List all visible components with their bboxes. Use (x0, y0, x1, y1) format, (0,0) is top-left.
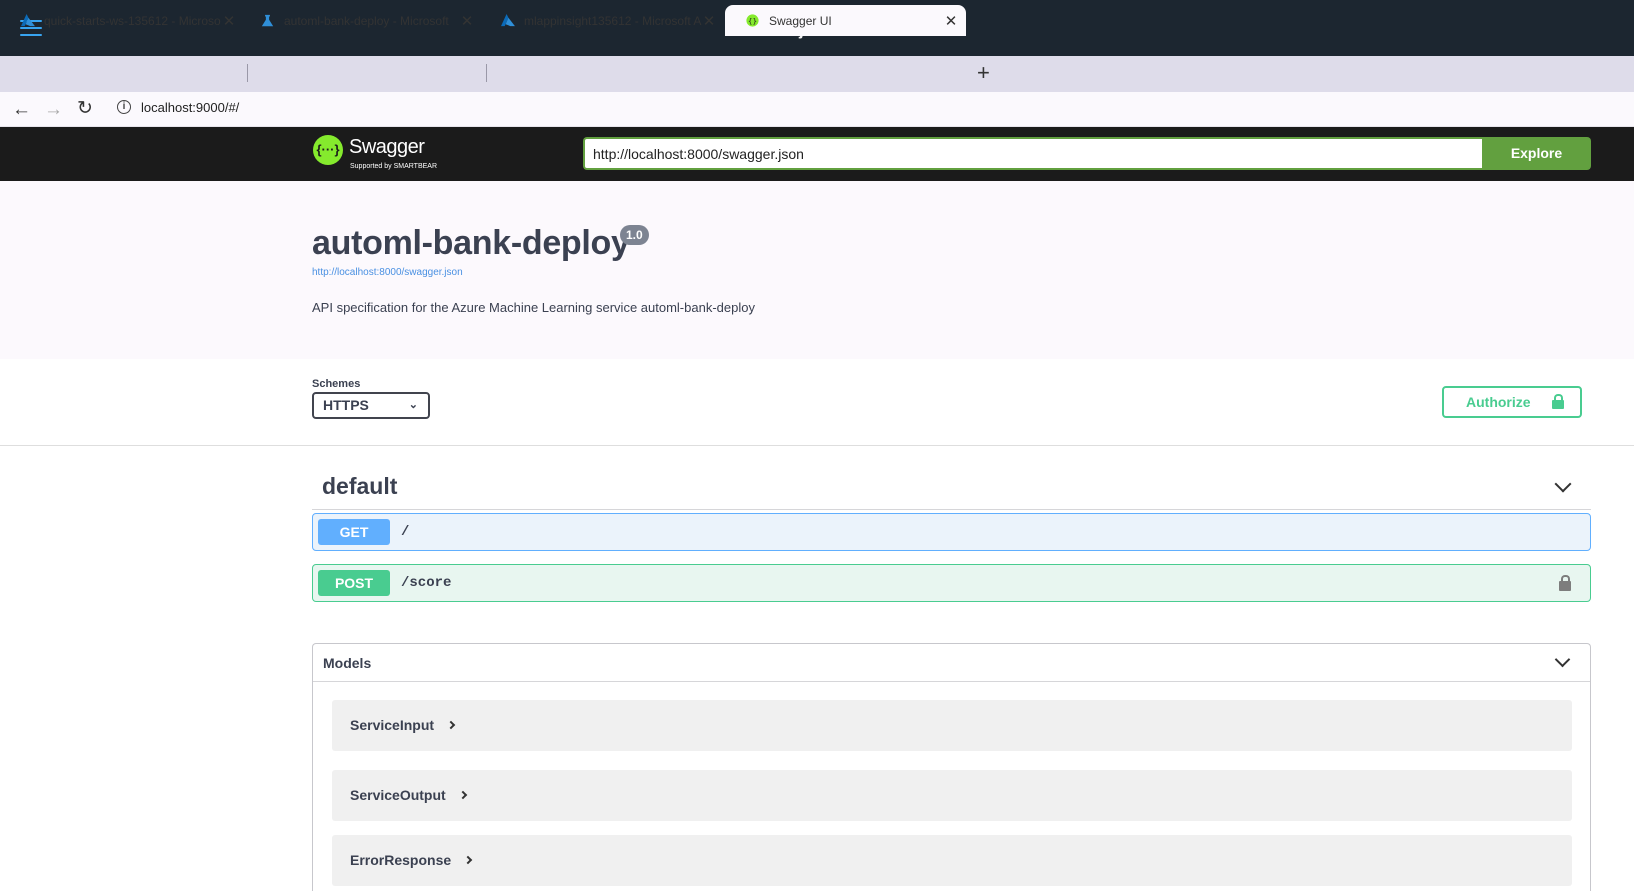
models-title: Models (323, 655, 372, 671)
azure-icon (21, 14, 35, 27)
tab-quick-starts[interactable]: quick-starts-ws-135612 - Microso ✕ (0, 5, 244, 36)
azure-icon (501, 14, 515, 27)
chevron-down-icon (1554, 475, 1572, 493)
models-section: Models ServiceInput ServiceOutput ErrorR… (312, 643, 1591, 891)
close-icon[interactable]: ✕ (944, 12, 958, 30)
spec-url-input[interactable] (583, 137, 1483, 170)
site-info-icon[interactable]: i (117, 100, 131, 114)
close-icon[interactable]: ✕ (702, 12, 716, 30)
tab-label: Swagger UI (769, 13, 832, 28)
tab-automl-bank-deploy[interactable]: automl-bank-deploy - Microsoft ✕ (240, 5, 482, 36)
browser-tab-strip (0, 56, 1634, 92)
spec-link[interactable]: http://localhost:8000/swagger.json (312, 267, 463, 278)
model-service-output[interactable]: ServiceOutput (332, 770, 1572, 821)
schemes-label: Schemes (312, 378, 361, 390)
api-description: API specification for the Azure Machine … (312, 300, 755, 315)
api-info-section (0, 181, 1634, 359)
method-badge: GET (318, 519, 390, 545)
authorize-button[interactable]: Authorize (1442, 386, 1582, 418)
swagger-logo-subtitle: Supported by SMARTBEAR (350, 163, 438, 170)
chevron-down-icon: ⌄ (408, 399, 418, 411)
operation-get-root[interactable]: GET / (312, 513, 1591, 551)
operation-path: /score (401, 575, 452, 591)
chevron-right-icon (463, 855, 473, 865)
swagger-favicon: {} (746, 14, 759, 27)
lock-icon (1552, 394, 1564, 409)
svg-text:{}: {} (748, 16, 757, 25)
chevron-right-icon (458, 790, 467, 800)
schemes-select[interactable]: HTTPS ⌄ (312, 392, 430, 419)
azure-ml-flask-icon (261, 14, 274, 27)
browser-address-bar (0, 92, 1634, 127)
close-icon[interactable]: ✕ (222, 12, 236, 30)
tab-divider (247, 64, 248, 82)
tab-label: mlappinsight135612 - Microsoft A (524, 13, 702, 28)
lock-icon[interactable] (1559, 575, 1571, 591)
back-arrow-icon[interactable]: ← (12, 100, 31, 119)
swagger-logo-icon[interactable]: {···} (313, 135, 343, 165)
close-icon[interactable]: ✕ (460, 12, 474, 30)
reload-icon[interactable]: ↻ (77, 99, 93, 118)
model-service-input[interactable]: ServiceInput (332, 700, 1572, 751)
authorize-label: Authorize (1466, 394, 1531, 410)
model-name: ServiceInput (350, 717, 456, 733)
new-tab-plus-icon[interactable]: + (977, 60, 990, 86)
tab-label: quick-starts-ws-135612 - Microso (44, 13, 221, 28)
tag-name: default (322, 473, 398, 499)
version-badge: 1.0 (620, 225, 649, 245)
model-name: ErrorResponse (350, 852, 473, 868)
tab-label: automl-bank-deploy - Microsoft (284, 13, 449, 28)
method-badge: POST (318, 570, 390, 596)
schemes-section (0, 359, 1634, 446)
schemes-selected-value: HTTPS (323, 397, 369, 413)
tab-mlappinsight[interactable]: mlappinsight135612 - Microsoft A ✕ (480, 5, 724, 36)
models-header[interactable]: Models (313, 644, 1590, 682)
operation-path: / (401, 524, 410, 540)
chevron-down-icon (1554, 651, 1571, 668)
api-title: automl-bank-deploy (312, 224, 630, 262)
chevron-right-icon (446, 720, 456, 730)
tab-divider (486, 64, 487, 82)
tab-swagger-ui[interactable]: {} Swagger UI ✕ (725, 5, 966, 36)
operation-post-score[interactable]: POST /score (312, 564, 1591, 602)
tag-default-header[interactable]: default (312, 470, 1591, 510)
explore-button[interactable]: Explore (1482, 137, 1591, 170)
model-error-response[interactable]: ErrorResponse (332, 835, 1572, 886)
forward-arrow-icon[interactable]: → (44, 100, 63, 119)
model-name: ServiceOutput (350, 787, 467, 803)
swagger-logo-text: Swagger (349, 136, 425, 158)
url-field[interactable]: localhost:9000/#/ (141, 100, 239, 115)
